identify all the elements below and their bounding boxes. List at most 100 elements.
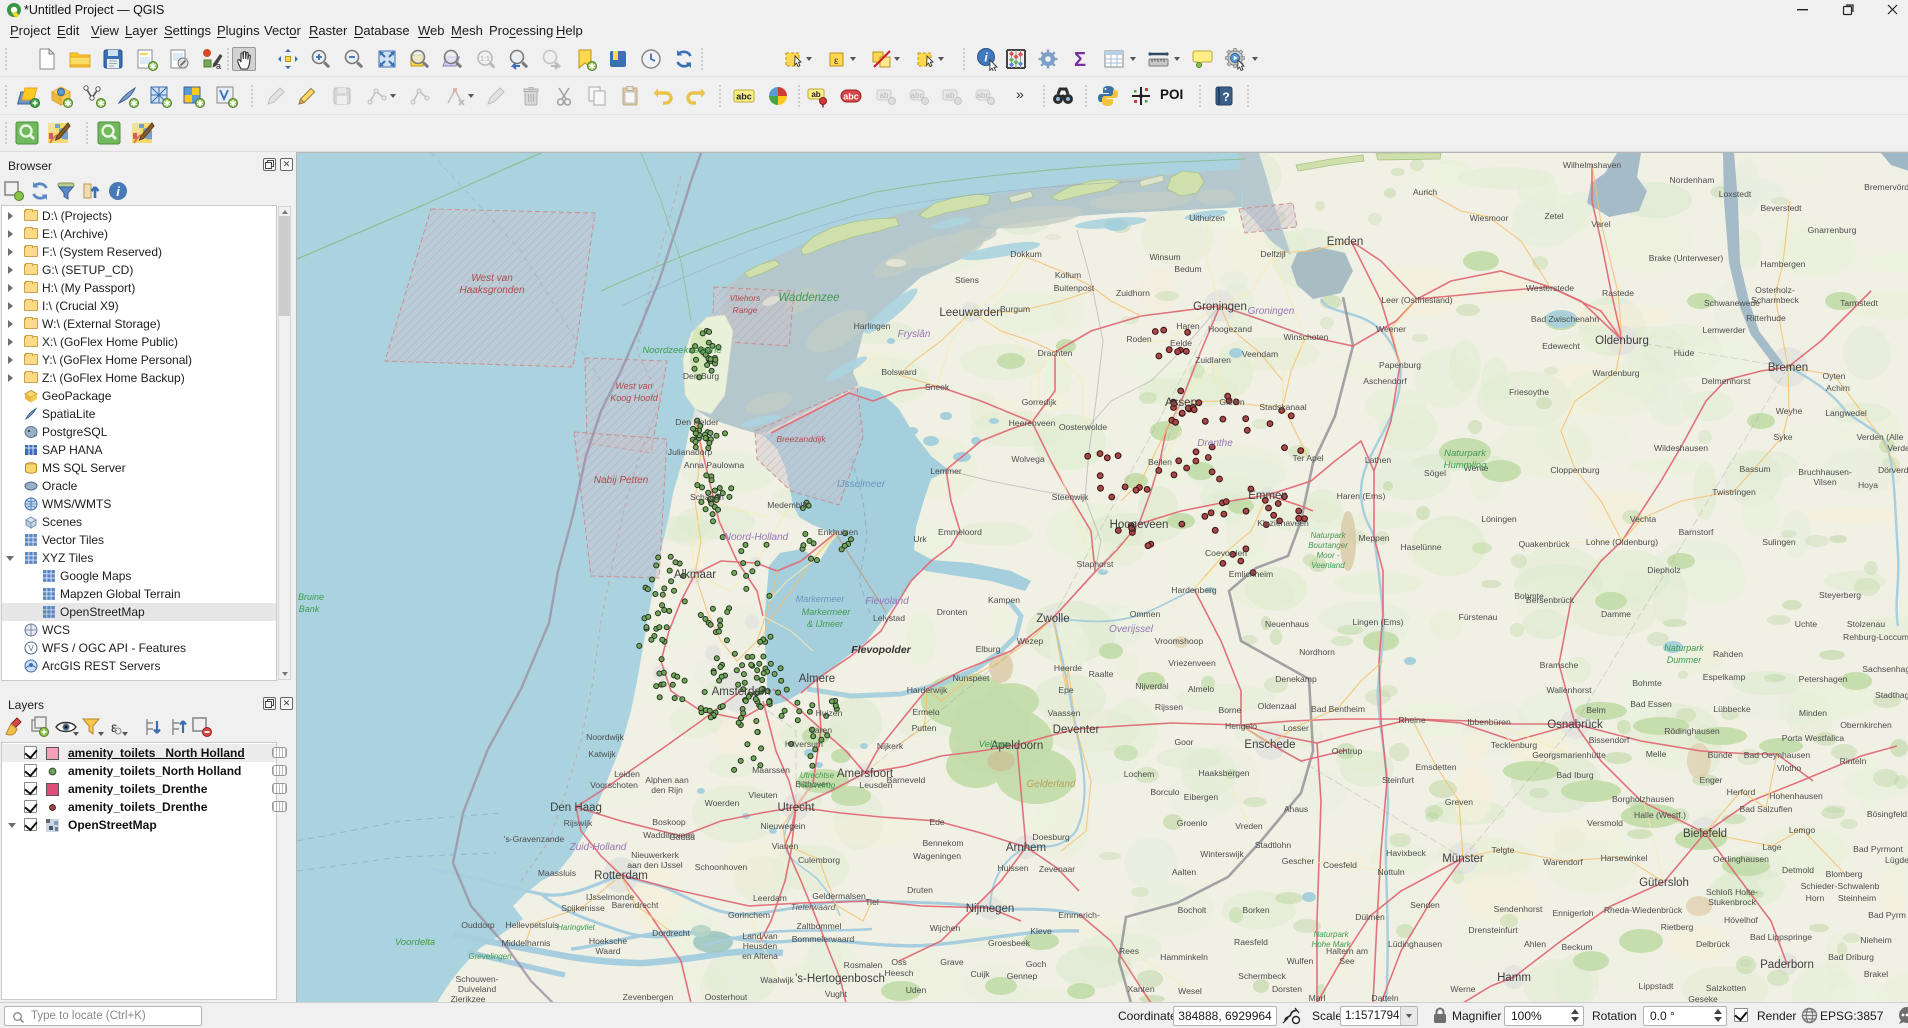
svg-text:Almere: Almere xyxy=(799,673,835,685)
svg-text:Tielerwaard: Tielerwaard xyxy=(791,902,836,912)
svg-text:Schloß Holte-: Schloß Holte- xyxy=(1706,887,1758,897)
svg-text:Rastede: Rastede xyxy=(1602,288,1634,298)
svg-text:Emsdetten: Emsdetten xyxy=(1415,762,1456,772)
svg-text:Hamm: Hamm xyxy=(1497,972,1531,984)
svg-text:Sneek: Sneek xyxy=(925,382,950,392)
svg-text:Bad Driburg: Bad Driburg xyxy=(1828,952,1874,962)
svg-text:Anna Paulowna: Anna Paulowna xyxy=(684,460,744,470)
svg-text:Hamminkeln: Hamminkeln xyxy=(1160,952,1208,962)
svg-text:Dokkum: Dokkum xyxy=(1010,249,1042,259)
svg-text:Scharmbeck: Scharmbeck xyxy=(1751,295,1799,305)
svg-text:Groenlo: Groenlo xyxy=(1177,818,1208,828)
svg-text:Lübbecke: Lübbecke xyxy=(1713,704,1750,714)
svg-text:Bourtanger: Bourtanger xyxy=(1308,541,1348,550)
svg-text:Kleve: Kleve xyxy=(1030,926,1052,936)
svg-text:Ibbenbüren: Ibbenbüren xyxy=(1467,717,1511,727)
svg-text:Ommen: Ommen xyxy=(1130,609,1161,619)
svg-text:Barendrecht: Barendrecht xyxy=(612,900,659,910)
svg-text:Dörverden: Dörverden xyxy=(1878,465,1908,475)
svg-text:Wolvega: Wolvega xyxy=(1011,454,1045,464)
svg-text:Bad Pyrmont: Bad Pyrmont xyxy=(1853,844,1903,854)
svg-text:Heuvelrug: Heuvelrug xyxy=(799,781,836,790)
svg-text:Nordhorn: Nordhorn xyxy=(1299,647,1335,657)
svg-text:Herford: Herford xyxy=(1727,787,1756,797)
svg-text:Zuidhorn: Zuidhorn xyxy=(1116,288,1150,298)
svg-text:Rijswijk: Rijswijk xyxy=(564,818,593,828)
svg-text:Schouwen-: Schouwen- xyxy=(456,974,499,984)
svg-text:Steyerberg: Steyerberg xyxy=(1819,590,1861,600)
svg-text:Vught: Vught xyxy=(825,989,848,999)
svg-text:Horn: Horn xyxy=(1806,893,1825,903)
svg-text:Drenthe: Drenthe xyxy=(1197,438,1233,449)
svg-text:Salzkotten: Salzkotten xyxy=(1706,983,1746,993)
svg-text:abc: abc xyxy=(911,91,924,100)
svg-text:Edewecht: Edewecht xyxy=(1542,341,1580,351)
svg-text:Uden: Uden xyxy=(906,985,927,995)
svg-text:Nieuwerkerk: Nieuwerkerk xyxy=(631,850,679,860)
svg-text:Harsewinkel: Harsewinkel xyxy=(1601,853,1648,863)
svg-text:Beckum: Beckum xyxy=(1561,942,1592,952)
svg-text:Hoya: Hoya xyxy=(1858,480,1878,490)
svg-text:✱: ✱ xyxy=(97,99,105,109)
svg-text:Zuidlaren: Zuidlaren xyxy=(1195,355,1231,365)
svg-text:Culemborg: Culemborg xyxy=(798,855,840,865)
svg-text:Verden: Verden xyxy=(1887,443,1908,453)
svg-text:✱: ✱ xyxy=(163,99,171,109)
svg-text:Alkmaar: Alkmaar xyxy=(674,569,716,581)
svg-text:Naturpark: Naturpark xyxy=(1310,531,1346,540)
svg-text:Greven: Greven xyxy=(1445,797,1473,807)
svg-text:Loxstedt: Loxstedt xyxy=(1719,189,1752,199)
svg-text:Veendam: Veendam xyxy=(1242,349,1278,359)
svg-text:Lohne (Oldenburg): Lohne (Oldenburg) xyxy=(1586,537,1658,547)
svg-text:Bramsche: Bramsche xyxy=(1540,660,1579,670)
svg-text:Gelderland: Gelderland xyxy=(1027,779,1076,790)
svg-text:Vriezenveen: Vriezenveen xyxy=(1168,658,1216,668)
svg-text:Rijssen: Rijssen xyxy=(1155,702,1183,712)
svg-text:abc: abc xyxy=(843,92,859,102)
svg-text:Ter Apel: Ter Apel xyxy=(1292,453,1323,463)
svg-text:Noordwijk: Noordwijk xyxy=(586,732,624,742)
svg-text:Lippstadt: Lippstadt xyxy=(1639,981,1674,991)
svg-text:Cloppenburg: Cloppenburg xyxy=(1550,465,1599,475)
svg-text:Bösingfeld: Bösingfeld xyxy=(1867,809,1907,819)
svg-text:Winsum: Winsum xyxy=(1149,252,1180,262)
svg-text:Delfzijl: Delfzijl xyxy=(1260,249,1285,259)
svg-text:Eelde: Eelde xyxy=(1170,338,1192,348)
svg-text:Bohmte: Bohmte xyxy=(1632,678,1662,688)
svg-text:abc: abc xyxy=(977,91,990,100)
svg-text:Rosmalen: Rosmalen xyxy=(844,960,883,970)
svg-text:Damme: Damme xyxy=(1601,609,1631,619)
svg-text:Steinfurt: Steinfurt xyxy=(1382,775,1415,785)
svg-text:Telgte: Telgte xyxy=(1492,845,1515,855)
svg-text:Hellevoetsluis: Hellevoetsluis xyxy=(505,920,558,930)
svg-text:Hoogeveen: Hoogeveen xyxy=(1110,519,1169,531)
svg-text:Schermbeck: Schermbeck xyxy=(1238,971,1286,981)
svg-text:Veenland: Veenland xyxy=(1311,561,1345,570)
svg-text:Bruine: Bruine xyxy=(298,592,324,602)
svg-text:Bad Oeynhausen: Bad Oeynhausen xyxy=(1744,750,1811,760)
svg-text:Hambergen: Hambergen xyxy=(1761,259,1806,269)
svg-text:Den Haag: Den Haag xyxy=(550,802,602,814)
svg-text:Lemmer: Lemmer xyxy=(930,466,962,476)
svg-text:Epe: Epe xyxy=(1058,685,1074,695)
svg-text:Naturpark: Naturpark xyxy=(1313,930,1349,939)
svg-text:Maarssen: Maarssen xyxy=(752,765,790,775)
svg-text:Lügde: Lügde xyxy=(1885,855,1908,865)
svg-text:Rinteln: Rinteln xyxy=(1840,756,1867,766)
svg-text:Zaltbommel: Zaltbommel xyxy=(797,921,842,931)
svg-text:Alphen aan: Alphen aan xyxy=(645,775,689,785)
svg-text:Hohenhausen: Hohenhausen xyxy=(1769,791,1823,801)
svg-text:Staphorst: Staphorst xyxy=(1077,559,1114,569)
svg-text:Nieuwegein: Nieuwegein xyxy=(761,821,806,831)
svg-text:Geldermalsen: Geldermalsen xyxy=(812,891,866,901)
svg-text:Denekamp: Denekamp xyxy=(1275,674,1317,684)
svg-text:Bedum: Bedum xyxy=(1174,264,1201,274)
svg-text:ε: ε xyxy=(834,56,839,67)
svg-text:Ahaus: Ahaus xyxy=(1284,804,1308,814)
svg-text:Wildeshausen: Wildeshausen xyxy=(1654,443,1708,453)
svg-text:Leiden: Leiden xyxy=(614,769,640,779)
svg-text:Gnarrenburg: Gnarrenburg xyxy=(1808,225,1857,235)
svg-text:Markermeer: Markermeer xyxy=(802,607,852,617)
svg-text:1:1: 1:1 xyxy=(480,56,490,63)
svg-text:V: V xyxy=(28,644,34,653)
